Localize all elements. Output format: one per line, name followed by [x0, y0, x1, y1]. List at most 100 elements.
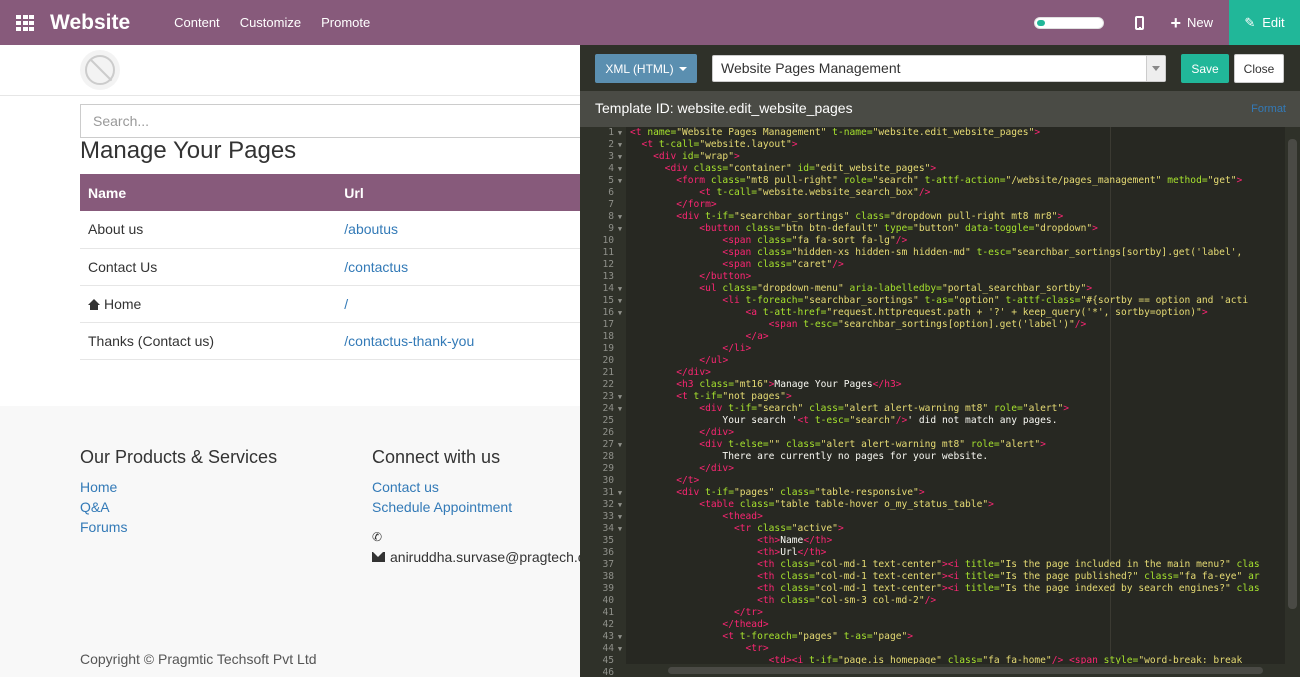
table-row[interactable]: About us /aboutus [80, 211, 580, 249]
fold-arrow-icon[interactable]: ▼ [614, 307, 626, 319]
code-text: <tr class="active"> [626, 523, 844, 535]
table-row[interactable]: Home / [80, 285, 580, 323]
code-line[interactable]: 11 <span class="hidden-xs hidden-sm hidd… [580, 247, 1285, 259]
footer-link-schedule[interactable]: Schedule Appointment [372, 499, 512, 515]
menu-customize[interactable]: Customize [230, 0, 311, 45]
code-line[interactable]: 25 Your search '<t t-esc="search"/>' did… [580, 415, 1285, 427]
code-line[interactable]: 18 </a> [580, 331, 1285, 343]
fold-arrow-icon[interactable]: ▼ [614, 223, 626, 235]
save-button[interactable]: Save [1181, 54, 1229, 83]
new-button[interactable]: + New [1170, 14, 1213, 32]
fold-arrow-icon[interactable]: ▼ [614, 391, 626, 403]
code-line[interactable]: 28 There are currently no pages for your… [580, 451, 1285, 463]
apps-menu-icon[interactable] [0, 0, 50, 45]
fold-arrow-icon[interactable]: ▼ [614, 139, 626, 151]
code-text: <div id="wrap"> [626, 151, 740, 163]
menu-promote[interactable]: Promote [311, 0, 380, 45]
code-line[interactable]: 20 </ul> [580, 355, 1285, 367]
code-line[interactable]: 1 ▼ <t name="Website Pages Management" t-n… [580, 127, 1285, 139]
code-line[interactable]: 42 </thead> [580, 619, 1285, 631]
fold-arrow-icon[interactable]: ▼ [614, 151, 626, 163]
code-line[interactable]: 21 </div> [580, 367, 1285, 379]
fold-arrow-icon[interactable]: ▼ [614, 295, 626, 307]
footer-link-forums[interactable]: Forums [80, 519, 127, 535]
code-line[interactable]: 7 </form> [580, 199, 1285, 211]
code-line[interactable]: 19 </li> [580, 343, 1285, 355]
fold-arrow-icon[interactable]: ▼ [614, 631, 626, 643]
fold-arrow-icon[interactable]: ▼ [614, 211, 626, 223]
fold-arrow-icon[interactable]: ▼ [614, 283, 626, 295]
brand-title[interactable]: Website [50, 11, 130, 35]
code-line[interactable]: 3 ▼ <div id="wrap"> [580, 151, 1285, 163]
code-line[interactable]: 14 ▼ <ul class="dropdown-menu" aria-label… [580, 283, 1285, 295]
code-line[interactable]: 24 ▼ <div t-if="search" class="alert aler… [580, 403, 1285, 415]
footer-link-contact[interactable]: Contact us [372, 479, 439, 495]
code-line[interactable]: 5 ▼ <form class="mt8 pull-right" role="se… [580, 175, 1285, 187]
page-url-link[interactable]: /contactus-thank-you [336, 322, 580, 360]
code-line[interactable]: 36 <th>Url</th> [580, 547, 1285, 559]
page-url-link[interactable]: / [336, 285, 580, 323]
footer-link-home[interactable]: Home [80, 479, 117, 495]
fold-arrow-icon[interactable]: ▼ [614, 403, 626, 415]
edit-button[interactable]: ✎ Edit [1229, 0, 1300, 45]
table-row[interactable]: Thanks (Contact us) /contactus-thank-you [80, 322, 580, 360]
code-line[interactable]: 2 ▼ <t t-call="website.layout"> [580, 139, 1285, 151]
fold-arrow-icon[interactable]: ▼ [614, 163, 626, 175]
page-url-link[interactable]: /contactus [336, 248, 580, 286]
editor-mode-dropdown[interactable]: XML (HTML) [595, 54, 697, 83]
code-line[interactable]: 44 ▼ <tr> [580, 643, 1285, 655]
code-line[interactable]: 26 </div> [580, 427, 1285, 439]
fold-arrow-icon[interactable]: ▼ [614, 439, 626, 451]
menu-content[interactable]: Content [164, 0, 230, 45]
code-line[interactable]: 39 <th class="col-md-1 text-center"><i t… [580, 583, 1285, 595]
code-lines[interactable]: 1 ▼ <t name="Website Pages Management" t-n… [580, 127, 1285, 677]
template-select[interactable]: Website Pages Management [712, 55, 1166, 82]
format-link[interactable]: Format [1251, 103, 1286, 115]
code-line[interactable]: 43 ▼ <t t-foreach="pages" t-as="page"> [580, 631, 1285, 643]
fold-arrow-icon[interactable]: ▼ [614, 127, 626, 139]
code-token: < [630, 523, 740, 534]
vertical-scrollbar[interactable] [1285, 127, 1300, 677]
code-line[interactable]: 6 <t t-call="website.website_search_box"… [580, 187, 1285, 199]
code-line[interactable]: 16 ▼ <a t-att-href="request.httprequest.p… [580, 307, 1285, 319]
code-line[interactable]: 33 ▼ <thead> [580, 511, 1285, 523]
code-line[interactable]: 23 ▼ <t t-if="not pages"> [580, 391, 1285, 403]
code-line[interactable]: 32 ▼ <table class="table table-hover o_my… [580, 499, 1285, 511]
code-line[interactable]: 8 ▼ <div t-if="searchbar_sortings" class=… [580, 211, 1285, 223]
fold-arrow-icon[interactable]: ▼ [614, 175, 626, 187]
code-line[interactable]: 17 <span t-esc="searchbar_sortings[optio… [580, 319, 1285, 331]
code-editor[interactable]: 1 ▼ <t name="Website Pages Management" t-n… [580, 127, 1300, 677]
company-logo[interactable] [80, 50, 120, 90]
code-line[interactable]: 22 <h3 class="mt16">Manage Your Pages</h… [580, 379, 1285, 391]
code-line[interactable]: 40 <th class="col-sm-3 col-md-2"/> [580, 595, 1285, 607]
fold-arrow-icon[interactable]: ▼ [614, 511, 626, 523]
code-line[interactable]: 34 ▼ <tr class="active"> [580, 523, 1285, 535]
close-button[interactable]: Close [1234, 54, 1284, 83]
code-line[interactable]: 29 </div> [580, 463, 1285, 475]
fold-arrow-icon[interactable]: ▼ [614, 487, 626, 499]
code-line[interactable]: 31 ▼ <div t-if="pages" class="table-respo… [580, 487, 1285, 499]
code-line[interactable]: 4 ▼ <div class="container" id="edit_websi… [580, 163, 1285, 175]
progress-indicator [1034, 16, 1105, 29]
search-input[interactable]: Search... [80, 104, 580, 138]
code-line[interactable]: 37 <th class="col-md-1 text-center"><i t… [580, 559, 1285, 571]
code-line[interactable]: 15 ▼ <li t-foreach="searchbar_sortings" t… [580, 295, 1285, 307]
fold-arrow-icon[interactable]: ▼ [614, 499, 626, 511]
fold-arrow-icon[interactable]: ▼ [614, 523, 626, 535]
fold-arrow-icon[interactable]: ▼ [614, 643, 626, 655]
code-line[interactable]: 27 ▼ <div t-else="" class="alert alert-wa… [580, 439, 1285, 451]
code-line[interactable]: 38 <th class="col-md-1 text-center"><i t… [580, 571, 1285, 583]
code-line[interactable]: 13 </button> [580, 271, 1285, 283]
code-line[interactable]: 35 <th>Name</th> [580, 535, 1285, 547]
code-line[interactable]: 30 </t> [580, 475, 1285, 487]
table-row[interactable]: Contact Us /contactus [80, 248, 580, 286]
page-url-link[interactable]: /aboutus [336, 211, 580, 249]
code-line[interactable]: 10 <span class="fa fa-sort fa-lg"/> [580, 235, 1285, 247]
code-line[interactable]: 41 </tr> [580, 607, 1285, 619]
footer-link-qa[interactable]: Q&A [80, 499, 110, 515]
mobile-preview-icon[interactable] [1132, 15, 1146, 31]
code-line[interactable]: 12 <span class="caret"/> [580, 259, 1285, 271]
code-line[interactable]: 9 ▼ <button class="btn btn-default" type=… [580, 223, 1285, 235]
horizontal-scrollbar[interactable] [626, 664, 1285, 677]
